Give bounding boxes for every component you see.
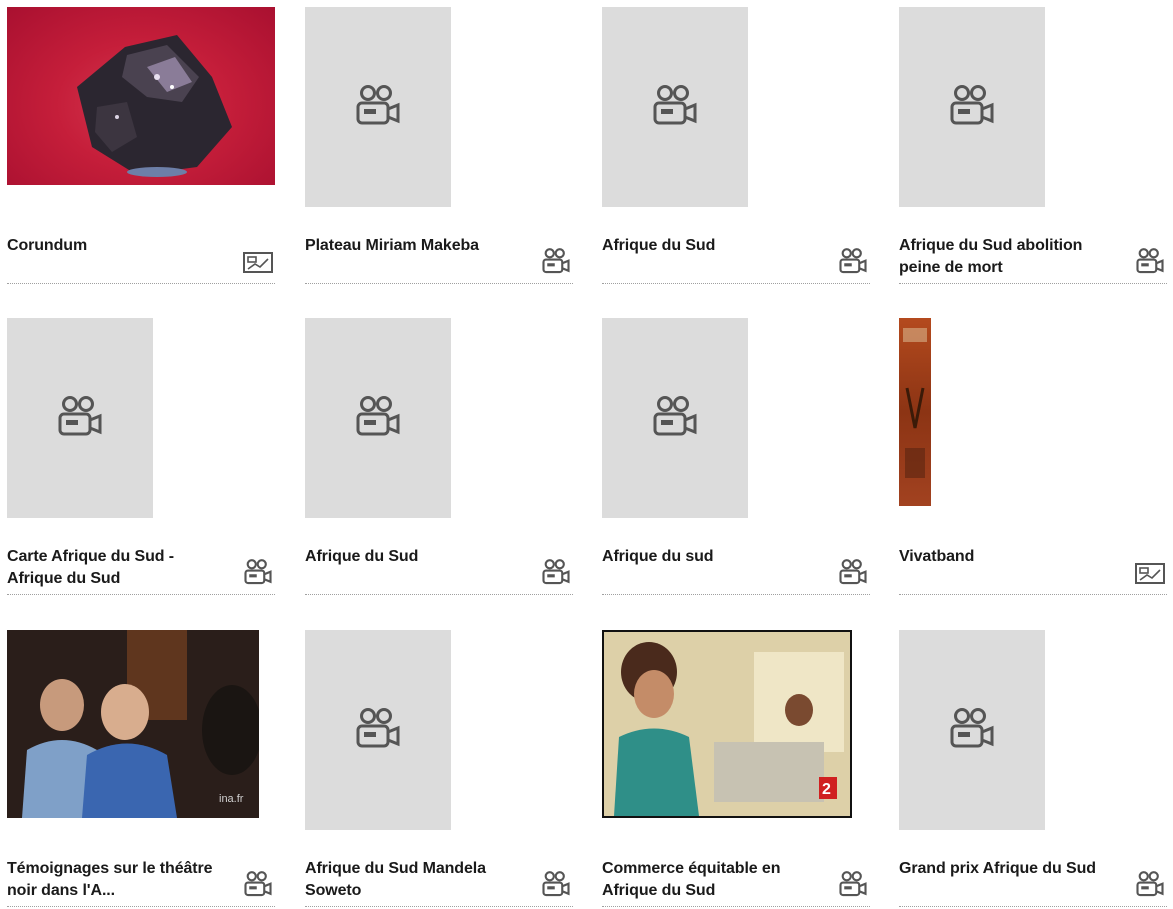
divider	[899, 594, 1167, 595]
media-card[interactable]: Afrique du Sud	[602, 7, 870, 297]
video-camera-icon	[1133, 868, 1167, 902]
divider	[602, 906, 870, 907]
video-camera-icon	[241, 868, 275, 902]
divider	[7, 283, 275, 284]
media-card[interactable]: Afrique du sud	[602, 318, 870, 608]
media-card[interactable]: Grand prix Afrique du Sud	[899, 630, 1167, 909]
card-title[interactable]: Afrique du Sud Mandela Soweto	[305, 858, 525, 902]
divider	[305, 283, 573, 284]
svg-text:ina.fr: ina.fr	[219, 793, 244, 805]
video-camera-icon	[950, 708, 994, 748]
media-card[interactable]: Carte Afrique du Sud - Afrique du Sud	[7, 318, 275, 608]
video-camera-icon	[1133, 245, 1167, 279]
video-placeholder[interactable]	[602, 318, 748, 518]
thumbnail-image[interactable]: ina.fr	[7, 630, 259, 818]
video-camera-icon	[356, 85, 400, 125]
media-card[interactable]: Vivatband	[899, 318, 1167, 608]
thumbnail-image[interactable]	[899, 318, 931, 506]
card-title[interactable]: Témoignages sur le théâtre noir dans l'A…	[7, 858, 227, 902]
divider	[602, 594, 870, 595]
card-title[interactable]: Carte Afrique du Sud - Afrique du Sud	[7, 546, 227, 590]
divider	[899, 906, 1167, 907]
video-camera-icon	[356, 708, 400, 748]
media-card[interactable]: 2 Commerce équitable en Afrique du Sud	[602, 630, 870, 909]
card-title[interactable]: Corundum	[7, 235, 227, 257]
svg-text:2: 2	[822, 781, 831, 798]
video-placeholder[interactable]	[305, 318, 451, 518]
video-camera-icon	[58, 396, 102, 436]
divider	[7, 594, 275, 595]
video-camera-icon	[653, 396, 697, 436]
media-grid: Corundum Plateau Miriam Makeba Afrique d…	[0, 0, 1173, 909]
video-placeholder[interactable]	[899, 630, 1045, 830]
card-title[interactable]: Plateau Miriam Makeba	[305, 235, 525, 257]
video-placeholder[interactable]	[602, 7, 748, 207]
video-placeholder[interactable]	[305, 630, 451, 830]
divider	[602, 283, 870, 284]
card-title[interactable]: Afrique du Sud	[305, 546, 525, 568]
image-icon	[241, 245, 275, 279]
video-placeholder[interactable]	[899, 7, 1045, 207]
video-camera-icon	[539, 556, 573, 590]
video-camera-icon	[539, 245, 573, 279]
video-camera-icon	[653, 85, 697, 125]
media-card[interactable]: Afrique du Sud abolition peine de mort	[899, 7, 1167, 297]
media-card[interactable]: Plateau Miriam Makeba	[305, 7, 573, 297]
card-title[interactable]: Vivatband	[899, 546, 1119, 568]
image-icon	[1133, 556, 1167, 590]
card-title[interactable]: Commerce équitable en Afrique du Sud	[602, 858, 822, 902]
video-camera-icon	[950, 85, 994, 125]
card-title[interactable]: Afrique du sud	[602, 546, 822, 568]
video-camera-icon	[241, 556, 275, 590]
divider	[305, 594, 573, 595]
video-placeholder[interactable]	[305, 7, 451, 207]
card-title[interactable]: Afrique du Sud	[602, 235, 822, 257]
thumbnail-image[interactable]: 2	[602, 630, 852, 818]
video-placeholder[interactable]	[7, 318, 153, 518]
video-camera-icon	[539, 868, 573, 902]
media-card[interactable]: Corundum	[7, 7, 275, 297]
media-card[interactable]: Afrique du Sud	[305, 318, 573, 608]
divider	[899, 283, 1167, 284]
video-camera-icon	[836, 556, 870, 590]
video-camera-icon	[836, 245, 870, 279]
divider	[305, 906, 573, 907]
thumbnail-image[interactable]	[7, 7, 275, 185]
card-title[interactable]: Afrique du Sud abolition peine de mort	[899, 235, 1119, 279]
video-camera-icon	[836, 868, 870, 902]
video-camera-icon	[356, 396, 400, 436]
media-card[interactable]: ina.fr Témoignages sur le théâtre noir d…	[7, 630, 275, 909]
divider	[7, 906, 275, 907]
media-card[interactable]: Afrique du Sud Mandela Soweto	[305, 630, 573, 909]
card-title[interactable]: Grand prix Afrique du Sud	[899, 858, 1119, 880]
